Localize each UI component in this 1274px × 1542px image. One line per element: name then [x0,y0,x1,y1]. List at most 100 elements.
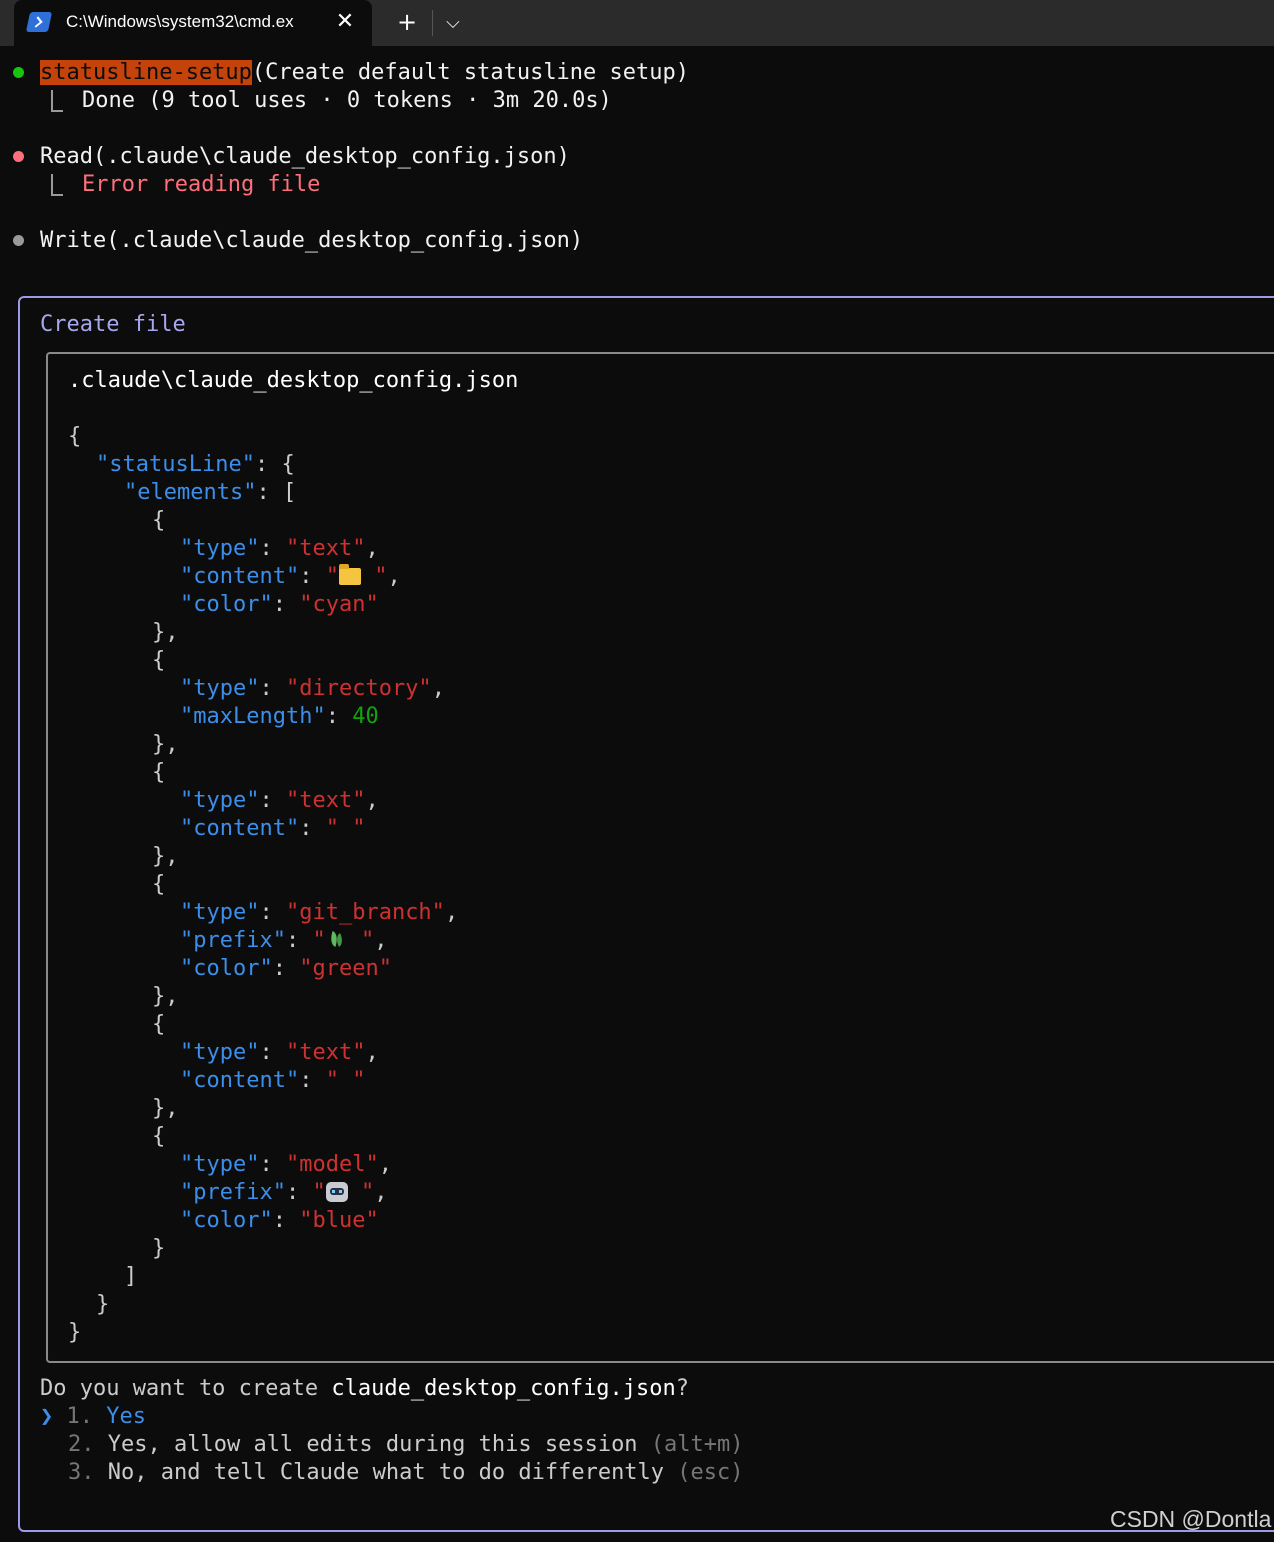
tree-elbow-icon [51,90,63,112]
option-number: 2. [68,1432,95,1457]
code-line: { [152,647,165,675]
error-message: Error reading file [82,172,321,197]
question-mark: ? [675,1376,690,1401]
json-key: "type" [180,788,260,813]
code-line: "color": "green" [180,956,392,981]
confirm-question: Do you want to create claude_desktop_con… [40,1375,689,1403]
file-path: .claude\claude_desktop_config.json [68,368,519,393]
code-line: { [152,507,165,535]
option-yes[interactable]: ❯ 1. Yes [40,1403,146,1431]
json-string: "text" [285,1040,366,1065]
code-line: "type": "text", [180,788,379,813]
json-key: "elements" [124,480,257,505]
code-line: }, [152,1096,179,1121]
code-line: "elements": [ [124,480,297,505]
json-key: "content" [180,1068,300,1093]
code-line: "maxLength": 40 [180,704,379,729]
status-dot-success [13,67,24,78]
json-brace: { [281,452,295,477]
leaf-icon [326,930,348,950]
log-entry-read: Read(.claude\claude_desktop_config.json) [40,143,570,171]
powershell-icon [25,12,53,32]
code-line: { [68,423,81,451]
json-brace: { [152,872,166,897]
code-line: ] [124,1263,137,1291]
code-line: "type": "git_branch", [180,900,459,925]
option-number: 1. [66,1404,94,1429]
terminal-tab[interactable]: C:\Windows\system32\cmd.ex ✕ [14,0,372,46]
option-label: Yes [106,1404,146,1429]
json-key: "prefix" [180,928,286,953]
code-line: "type": "directory", [180,676,445,701]
json-key: "content" [180,816,300,841]
tool-name: Read [40,144,93,169]
code-line: }, [152,732,179,757]
code-line: }, [152,844,179,869]
json-brace: } [152,984,166,1009]
json-key: "color" [180,956,273,981]
option-yes-allow-all[interactable]: 2. Yes, allow all edits during this sess… [68,1431,744,1459]
option-shortcut: (alt+m) [650,1432,744,1457]
selection-cursor-icon: ❯ [40,1404,54,1429]
json-brace: { [152,1124,166,1149]
json-string: " [312,928,326,953]
code-line: "statusLine": { [96,452,295,477]
json-bracket: [ [282,480,297,505]
json-brace: } [152,1096,166,1121]
json-key: "type" [180,1152,260,1177]
tool-args: (.claude\claude_desktop_config.json) [106,228,584,253]
code-line: "type": "text", [180,536,379,561]
close-tab-icon[interactable]: ✕ [332,8,358,36]
tool-name: Write [40,228,107,253]
log-entry-write: Write(.claude\claude_desktop_config.json… [40,227,583,255]
json-brace: { [152,648,166,673]
json-brace: } [152,620,166,645]
code-line: "content": " ", [180,564,401,589]
json-brace: { [68,424,82,449]
code-line: } [68,1319,81,1347]
code-line: } [96,1291,109,1319]
tool-name-highlight: statusline-setup [40,60,252,85]
option-no[interactable]: 3. No, and tell Claude what to do differ… [68,1459,744,1487]
code-line: }, [152,984,179,1009]
robot-icon [325,1182,348,1202]
status-dot-pending [13,235,24,246]
json-key: "type" [180,1040,260,1065]
json-string: "text" [285,788,366,813]
option-shortcut: (esc) [677,1460,744,1485]
json-key: "maxLength" [180,704,326,729]
json-brace: { [152,508,166,533]
chevron-down-icon[interactable]: ⌵ [440,8,466,38]
tab-title: C:\Windows\system32\cmd.ex [66,12,294,31]
json-string: " " [325,816,366,841]
json-string: " [325,564,339,589]
json-brace: { [152,1012,166,1037]
json-key: "content" [180,564,300,589]
question-text: Do you want to create [40,1376,332,1401]
code-line: }, [152,620,179,645]
json-brace: { [152,760,166,785]
json-string: "blue" [299,1208,379,1233]
json-brace: } [152,844,166,869]
tab-separator [432,10,433,36]
tool-result: Done (9 tool uses · 0 tokens · 3m 20.0s) [82,88,612,113]
code-line: } [152,1235,165,1263]
json-brace: } [68,1320,82,1345]
json-brace: } [152,732,166,757]
json-string: " " [325,1068,366,1093]
json-number: 40 [352,704,379,729]
code-line: "color": "cyan" [180,592,379,617]
json-string: " [312,1180,326,1205]
tool-args: (Create default statusline setup) [251,60,690,85]
json-string: "green" [299,956,392,981]
json-brace: } [152,1236,166,1261]
code-line: "prefix": " ", [180,928,388,953]
json-bracket: ] [124,1264,138,1289]
code-line: "content": " " [180,816,366,841]
option-label: Yes, allow all edits during this session [107,1432,638,1457]
json-key: "type" [180,536,260,561]
log-entry-statusline-setup: statusline-setup(Create default statusli… [40,59,689,87]
json-string: "git_branch" [285,900,445,925]
json-key: "color" [180,592,273,617]
new-tab-button[interactable]: + [392,8,422,38]
